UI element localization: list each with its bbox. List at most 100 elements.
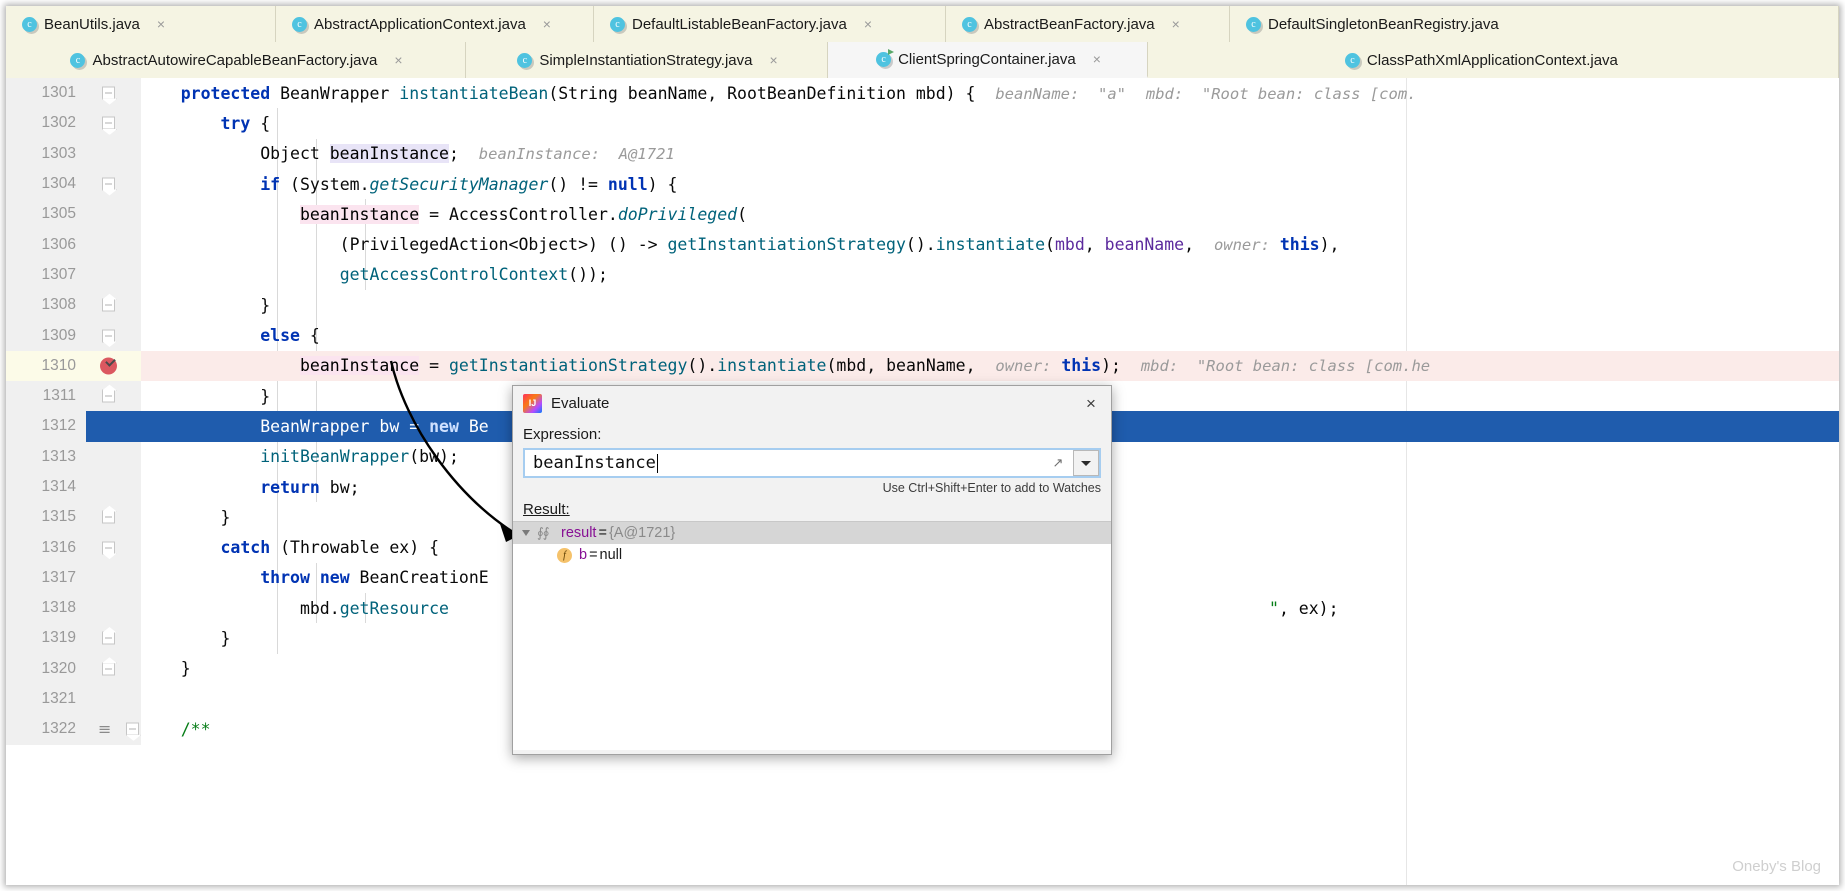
- close-icon[interactable]: ×: [1079, 391, 1103, 415]
- tab-abstractbeanfactory[interactable]: c AbstractBeanFactory.java ×: [946, 6, 1230, 42]
- java-class-icon: c: [610, 16, 625, 32]
- chevron-expanded-icon[interactable]: [522, 530, 530, 536]
- ide-window: c BeanUtils.java × c AbstractApplication…: [6, 6, 1839, 885]
- code-line[interactable]: 1303 Object beanInstance; beanInstance: …: [6, 138, 1839, 169]
- gutter-marker-area[interactable]: [86, 78, 141, 109]
- tab-simpleinstantiationstrategy[interactable]: c SimpleInstantiationStrategy.java ×: [466, 42, 828, 78]
- gutter-marker-area[interactable]: [86, 259, 141, 291]
- code-line[interactable]: 1307 getAccessControlContext());: [6, 259, 1839, 291]
- gutter-marker-area[interactable]: ≡: [86, 714, 141, 745]
- gutter-marker-area[interactable]: [86, 532, 141, 563]
- gutter-marker-area[interactable]: [86, 441, 141, 472]
- java-class-icon: c: [292, 16, 307, 32]
- tab-beanutils[interactable]: c BeanUtils.java ×: [6, 6, 276, 42]
- expression-history-dropdown[interactable]: [1073, 450, 1099, 476]
- line-text: else {: [260, 326, 320, 346]
- code-line[interactable]: 1306 (PrivilegedAction<Object>) () -> ge…: [6, 229, 1839, 260]
- gutter-marker-area[interactable]: [86, 593, 141, 624]
- code-line[interactable]: 1302 try {: [6, 108, 1839, 139]
- evaluate-dialog[interactable]: Evaluate × Expression: beanInstance ↗ Us…: [512, 385, 1112, 755]
- tab-close-icon[interactable]: ×: [394, 53, 402, 67]
- line-number: 1308: [6, 290, 86, 321]
- fold-open-icon[interactable]: [102, 541, 115, 555]
- variable-value: null: [599, 547, 623, 563]
- line-number: 1302: [6, 108, 86, 139]
- fold-end-icon[interactable]: [102, 389, 115, 403]
- tab-abstractapplicationcontext[interactable]: c AbstractApplicationContext.java ×: [276, 6, 594, 42]
- fold-end-icon[interactable]: [102, 662, 115, 676]
- variable-name: result: [561, 525, 597, 541]
- fold-end-icon[interactable]: [102, 510, 115, 524]
- java-class-icon: c: [1344, 52, 1360, 68]
- result-tree-row-root[interactable]: ∮∮ result = {A@1721}: [513, 522, 1111, 544]
- gutter-marker-area[interactable]: [86, 168, 141, 200]
- code-line[interactable]: 1308 }: [6, 290, 1839, 321]
- gutter-marker-area[interactable]: [86, 380, 141, 412]
- fold-open-icon[interactable]: [102, 329, 115, 343]
- line-text: beanInstance = AccessController.doPrivil…: [299, 204, 748, 224]
- tab-defaultsingletonbeanregistry[interactable]: c DefaultSingletonBeanRegistry.java ×: [1230, 6, 1839, 42]
- fold-end-icon[interactable]: [102, 298, 115, 312]
- gutter-marker-area[interactable]: [86, 229, 141, 260]
- fold-open-icon[interactable]: [126, 722, 139, 736]
- line-text: throw new BeanCreationE: [260, 568, 489, 588]
- expression-input[interactable]: beanInstance: [523, 448, 1101, 478]
- gutter-marker-area[interactable]: [86, 471, 141, 503]
- dialog-title-bar[interactable]: Evaluate ×: [513, 386, 1111, 420]
- fold-open-icon[interactable]: [102, 177, 115, 191]
- expand-editor-icon[interactable]: ↗: [1049, 454, 1067, 472]
- line-text: protected BeanWrapper instantiateBean(St…: [180, 83, 1417, 103]
- result-tree-panel[interactable]: ∮∮ result = {A@1721} f b = null: [513, 521, 1111, 750]
- line-text: beanInstance = getInstantiationStrategy(…: [299, 356, 1431, 376]
- fold-open-icon[interactable]: [102, 116, 115, 130]
- tab-classpathxmlapplicationcontext[interactable]: c ClassPathXmlApplicationContext.java ×: [1148, 42, 1839, 78]
- result-tree-row-field-b[interactable]: f b = null: [513, 544, 1111, 566]
- gutter-marker-area[interactable]: [86, 562, 141, 594]
- code-line[interactable]: 1301 protected BeanWrapper instantiateBe…: [6, 78, 1839, 109]
- gutter-marker-area[interactable]: [86, 502, 141, 533]
- result-label-text: Result:: [523, 501, 570, 518]
- fold-end-icon[interactable]: [102, 631, 115, 645]
- tab-clientspringcontainer[interactable]: c ClientSpringContainer.java ×: [828, 42, 1148, 78]
- line-number: 1303: [6, 138, 86, 169]
- fold-open-icon[interactable]: [102, 86, 115, 100]
- code-line-breakpoint[interactable]: 1310 beanInstance = getInstantiationStra…: [6, 350, 1839, 381]
- tab-close-icon[interactable]: ×: [157, 17, 165, 31]
- expression-label: Expression:: [523, 426, 602, 443]
- breakpoint-icon[interactable]: [100, 357, 117, 375]
- line-number: 1311: [6, 380, 86, 412]
- tab-close-icon[interactable]: ×: [769, 53, 777, 67]
- equals-sign: =: [589, 547, 598, 563]
- line-number: 1313: [6, 441, 86, 472]
- tab-abstractautowirecapablebeanfactory[interactable]: c AbstractAutowireCapableBeanFactory.jav…: [6, 42, 466, 78]
- tab-close-icon[interactable]: ×: [543, 17, 551, 31]
- line-number: 1322: [6, 714, 86, 745]
- java-class-icon: c: [70, 52, 86, 68]
- line-text: }: [141, 628, 231, 648]
- gutter-marker-area[interactable]: [86, 350, 141, 381]
- code-line[interactable]: 1309 else {: [6, 320, 1839, 351]
- gutter-marker-area[interactable]: [86, 199, 141, 230]
- code-line[interactable]: 1305 beanInstance = AccessController.doP…: [6, 199, 1839, 230]
- gutter-marker-area[interactable]: [86, 653, 141, 684]
- line-text: mbd.getResource: [141, 598, 449, 618]
- tab-label: ClassPathXmlApplicationContext.java: [1366, 51, 1618, 69]
- code-line[interactable]: 1304 if (System.getSecurityManager() != …: [6, 168, 1839, 200]
- tab-close-icon[interactable]: ×: [864, 17, 872, 31]
- line-number: 1315: [6, 502, 86, 533]
- gutter-marker-area[interactable]: [86, 683, 141, 715]
- bookmark-icon[interactable]: ≡: [98, 720, 111, 739]
- tab-label: DefaultSingletonBeanRegistry.java: [1268, 15, 1499, 33]
- gutter-marker-area[interactable]: [86, 623, 141, 654]
- gutter-marker-area[interactable]: [86, 290, 141, 321]
- tab-close-icon[interactable]: ×: [1172, 17, 1180, 31]
- tab-close-icon[interactable]: ×: [1093, 52, 1101, 66]
- gutter-marker-area[interactable]: [86, 138, 141, 169]
- gutter-marker-area[interactable]: [86, 320, 141, 351]
- line-text: return bw;: [260, 477, 360, 497]
- gutter-marker-area[interactable]: [86, 108, 141, 139]
- tab-defaultlistablebeanfactory[interactable]: c DefaultListableBeanFactory.java ×: [594, 6, 946, 42]
- variable-name: b: [579, 547, 588, 563]
- gutter-marker-area[interactable]: [86, 411, 141, 442]
- tab-label: BeanUtils.java: [44, 15, 140, 33]
